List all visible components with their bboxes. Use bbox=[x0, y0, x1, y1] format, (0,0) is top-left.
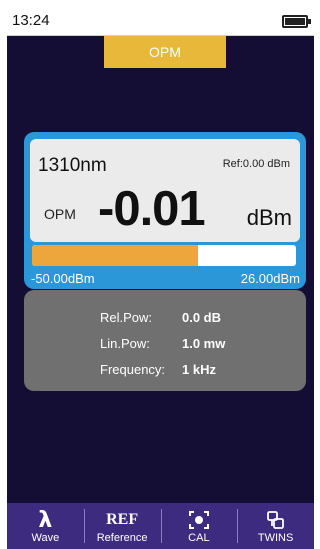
info-value: 0.0 dB bbox=[182, 310, 222, 325]
bottom-toolbar: λ Wave REF Reference CAL TWINS bbox=[7, 503, 314, 549]
info-label: Rel.Pow: bbox=[100, 310, 153, 325]
reference-readout: Ref:0.00 dBm bbox=[222, 158, 290, 170]
cal-button[interactable]: CAL bbox=[160, 503, 238, 549]
twins-button[interactable]: TWINS bbox=[237, 503, 314, 549]
power-unit: dBm bbox=[246, 205, 292, 230]
info-row-lin-pow: Lin.Pow: 1.0 mw bbox=[24, 336, 306, 354]
mode-tab-opm[interactable]: OPM bbox=[104, 36, 226, 68]
calibrate-icon bbox=[188, 509, 210, 531]
twins-button-label: TWINS bbox=[257, 532, 294, 544]
power-level-fill bbox=[32, 245, 199, 266]
info-value: 1.0 mw bbox=[182, 336, 226, 351]
range-min-label: -50.00dBm bbox=[31, 271, 95, 286]
reference-button-label: Reference bbox=[96, 532, 148, 544]
measurement-panel: 1310nm Ref:0.00 dBm OPM -0.01 dBm -50.00… bbox=[24, 132, 306, 289]
info-row-frequency: Frequency: 1 kHz bbox=[24, 362, 306, 380]
reference-button[interactable]: REF Reference bbox=[83, 503, 161, 549]
lambda-icon: λ bbox=[38, 507, 53, 533]
range-max-label: 26.00dBm bbox=[240, 271, 300, 286]
ref-icon: REF bbox=[106, 511, 139, 528]
info-row-rel-pow: Rel.Pow: 0.0 dB bbox=[24, 310, 306, 328]
wave-button-label: Wave bbox=[31, 532, 60, 544]
mode-label: OPM bbox=[44, 206, 76, 222]
info-label: Frequency: bbox=[100, 362, 166, 377]
wave-button[interactable]: λ Wave bbox=[7, 503, 84, 549]
power-value: -0.01 bbox=[98, 182, 206, 236]
info-label: Lin.Pow: bbox=[100, 336, 150, 351]
reading-display: 1310nm Ref:0.00 dBm OPM -0.01 dBm bbox=[30, 139, 300, 242]
wavelength-readout: 1310nm bbox=[38, 155, 107, 176]
clock: 13:24 bbox=[12, 12, 50, 29]
info-value: 1 kHz bbox=[182, 362, 216, 377]
power-level-bar bbox=[32, 245, 296, 266]
info-panel: Rel.Pow: 0.0 dB Lin.Pow: 1.0 mw Frequenc… bbox=[24, 290, 306, 391]
status-bar: 13:24 bbox=[7, 7, 314, 36]
cal-button-label: CAL bbox=[188, 532, 210, 544]
device-screen: 13:24 OPM 1310nm Ref:0.00 dBm OPM -0.01 … bbox=[7, 7, 314, 549]
battery-full-icon bbox=[282, 15, 311, 28]
twins-icon bbox=[265, 509, 287, 531]
